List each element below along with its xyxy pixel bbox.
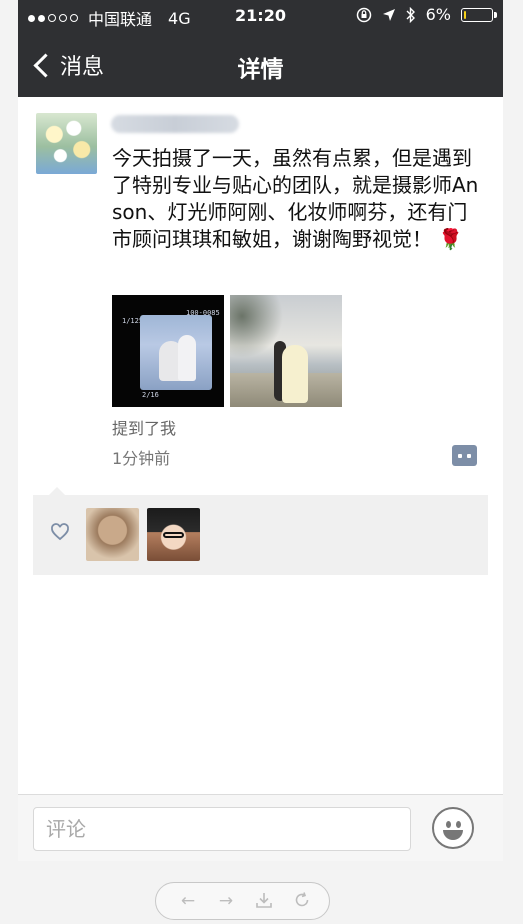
bluetooth-icon (406, 6, 415, 23)
post-text: 今天拍摄了一天，虽然有点累，但是遇到了特别专业与贴心的团队，就是摄影师Anson… (112, 145, 484, 253)
author-name-blurred[interactable] (111, 115, 239, 133)
post-detail: 今天拍摄了一天，虽然有点累，但是遇到了特别专业与贴心的团队，就是摄影师Anson… (18, 97, 503, 794)
dot-icon (458, 454, 462, 458)
browser-toolbar: ← → (155, 882, 330, 920)
rose-emoji: 🌹 (438, 227, 464, 251)
dot-icon (467, 454, 471, 458)
photo-overlay-text: 2/16 (142, 391, 159, 399)
nav-bar: 消息 详情 (18, 34, 503, 97)
photo-figure (178, 335, 196, 381)
rotation-lock-icon (356, 7, 371, 22)
page-title: 详情 (237, 57, 284, 83)
forward-arrow-icon[interactable]: → (216, 891, 236, 911)
emoji-button[interactable] (432, 807, 474, 849)
smiley-eye (446, 821, 451, 828)
likes-panel (33, 487, 488, 575)
battery-icon (461, 7, 497, 22)
post-text-body: 今天拍摄了一天，虽然有点累，但是遇到了特别专业与贴心的团队，就是摄影师Anson… (112, 146, 479, 251)
refresh-icon[interactable] (292, 891, 312, 911)
comment-bar (18, 794, 503, 861)
battery-percent: 6% (425, 5, 451, 24)
comment-input[interactable] (33, 807, 411, 851)
liker-avatar[interactable] (147, 508, 200, 561)
heart-icon (51, 523, 69, 541)
author-avatar[interactable] (36, 113, 97, 174)
post-photo-1[interactable]: 1/125 13 100-0085 2/16 (112, 295, 224, 407)
comment-action-button[interactable] (452, 445, 477, 466)
app-frame: 中国联通 4G 21:20 6% 消息 详情 今天拍摄了一天，虽然有点累，但是遇… (18, 0, 503, 924)
download-icon[interactable] (254, 891, 274, 911)
status-bar: 中国联通 4G 21:20 6% (18, 0, 503, 34)
location-arrow-icon (382, 8, 395, 21)
back-arrow-icon[interactable]: ← (178, 891, 198, 911)
glasses-icon (163, 532, 184, 538)
liker-avatar[interactable] (86, 508, 139, 561)
header: 中国联通 4G 21:20 6% 消息 详情 (18, 0, 503, 97)
smiley-mouth (443, 830, 463, 840)
battery-fill (464, 10, 466, 19)
status-right: 6% (356, 5, 497, 24)
smiley-eye (456, 821, 461, 828)
photo-figure (282, 345, 308, 403)
post-time: 1分钟前 (112, 449, 171, 468)
post-photo-2[interactable] (230, 295, 342, 407)
mention-label: 提到了我 (112, 419, 177, 438)
